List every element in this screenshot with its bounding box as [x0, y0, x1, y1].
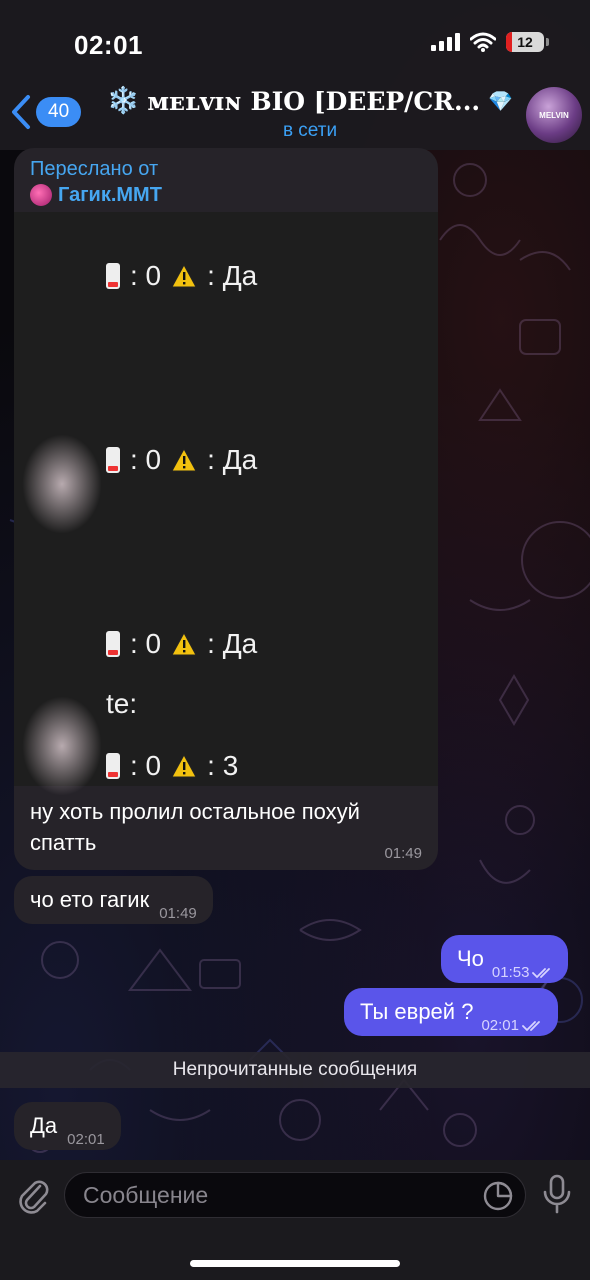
forwarded-from[interactable]: Гагик.MMT	[30, 182, 162, 208]
chat-title-text: ᴍᴇʟᴠɪɴ BIO [DEEP/CR...	[147, 86, 481, 116]
outgoing-message[interactable]: Чо 01:53	[441, 935, 569, 983]
battery-icon: 12	[506, 32, 549, 52]
unread-count-badge: 40	[36, 97, 82, 127]
card-icon	[106, 631, 120, 657]
double-check-icon	[532, 967, 551, 978]
message-time: 01:53	[491, 964, 530, 981]
status-time: 02:01	[74, 30, 143, 60]
forwarded-label: Переслано от	[30, 158, 159, 180]
card-icon	[106, 263, 120, 289]
signal-icon	[431, 33, 460, 51]
chat-header: 02:01 12 40 ❄️ ᴍᴇʟᴠɪɴ BIO [DEEP/CR... 💎 …	[0, 0, 590, 150]
forwarded-avatar	[30, 184, 52, 206]
diamond-icon: 💎	[488, 89, 514, 113]
message-composer	[0, 1160, 590, 1280]
message-time: 02:01	[481, 1017, 519, 1034]
chat-title: ❄️ ᴍᴇʟᴠɪɴ BIO [DEEP/CR... 💎	[107, 86, 513, 116]
message-text: Ты еврей ?	[360, 999, 474, 1024]
warning-icon	[171, 754, 197, 778]
message-time: 01:49	[159, 905, 197, 922]
chevron-left-icon	[12, 95, 30, 129]
message-input[interactable]	[64, 1172, 526, 1218]
message-text: Да	[30, 1113, 58, 1138]
message-time: 02:01	[67, 1131, 105, 1148]
chat-online-status: в сети	[282, 120, 338, 141]
image-row: : 0 : Да	[106, 444, 257, 476]
incoming-message[interactable]: Да 02:01	[14, 1102, 121, 1150]
unread-messages-divider: Непрочитанные сообщения	[0, 1052, 590, 1088]
warning-icon	[171, 448, 197, 472]
warning-icon	[171, 632, 197, 656]
forwarded-header[interactable]: Переслано от Гагик.MMT	[30, 156, 162, 208]
forwarded-message[interactable]: Переслано от Гагик.MMT : 0 : Да : 0 : Да…	[14, 148, 438, 870]
forwarded-text: ну хоть пролил остальное похуй спатть	[30, 799, 360, 855]
double-check-icon	[522, 1020, 540, 1031]
outgoing-message[interactable]: Ты еврей ? 02:01	[344, 988, 558, 1036]
message-text: Чо	[457, 946, 484, 971]
blurred-avatar	[22, 696, 102, 796]
card-icon	[106, 447, 120, 473]
blurred-avatar	[22, 434, 102, 534]
status-icons: 12	[431, 32, 549, 52]
paperclip-icon[interactable]	[16, 1174, 50, 1214]
sticker-icon[interactable]	[482, 1180, 514, 1212]
image-row: : 0 : 3	[106, 750, 238, 782]
card-icon	[106, 753, 120, 779]
avatar-label: MELVIN	[539, 110, 569, 120]
message-time: 01:49	[384, 845, 422, 862]
warning-icon	[171, 264, 197, 288]
forwarded-from-name: Гагик.MMT	[58, 184, 162, 206]
back-button[interactable]: 40	[10, 94, 82, 130]
wifi-icon	[470, 32, 496, 52]
avatar[interactable]: MELVIN	[526, 87, 582, 143]
snowflake-icon: ❄️	[106, 86, 140, 116]
image-fragment: te:	[106, 688, 138, 719]
image-row: : 0 : Да	[106, 260, 257, 292]
microphone-icon[interactable]	[542, 1174, 572, 1214]
incoming-message[interactable]: чо ето гагик 01:49	[14, 876, 213, 924]
chat-title-area[interactable]: ❄️ ᴍᴇʟᴠɪɴ BIO [DEEP/CR... 💎 в сети	[107, 86, 513, 142]
forwarded-image[interactable]: : 0 : Да : 0 : Да : 0 : Да te: : 0 : 3	[14, 212, 438, 796]
image-row: : 0 : Да	[106, 628, 257, 660]
home-indicator	[190, 1260, 400, 1267]
message-text: чо ето гагик	[30, 887, 150, 912]
